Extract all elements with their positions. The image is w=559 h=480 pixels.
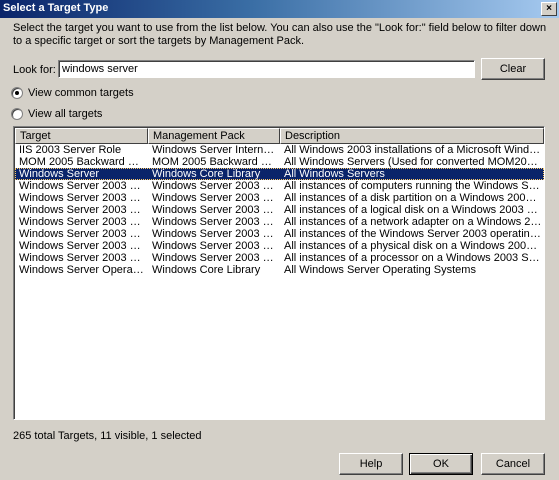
table-row[interactable]: Windows Server Windows Core Library All Wi… — [15, 168, 544, 180]
cell-description: All instances of computers running the W… — [284, 180, 544, 192]
list-rows: IIS 2003 Server Role Windows Server Inter… — [14, 144, 544, 276]
cell-description: All instances of a network adapter on a … — [284, 216, 544, 228]
cell-management-pack: Windows Server Internet In... — [152, 144, 280, 156]
window-title: Select a Target Type — [3, 2, 109, 14]
cell-description: All Windows 2003 installations of a Micr… — [284, 144, 544, 156]
close-button[interactable]: × — [541, 2, 557, 16]
view-common-targets-label: View common targets — [28, 87, 134, 99]
view-all-targets-radio[interactable]: View all targets — [11, 108, 102, 120]
look-for-label: Look for: — [13, 64, 56, 76]
cell-description: All instances of a logical disk on a Win… — [284, 204, 544, 216]
view-all-targets-label: View all targets — [28, 108, 103, 120]
cell-management-pack: Windows Server 2003 Ope... — [152, 228, 280, 240]
cell-target: Windows Server 2003 Com... — [19, 180, 148, 192]
cell-description: All instances of a disk partition on a W… — [284, 192, 544, 204]
look-for-input[interactable] — [58, 60, 475, 78]
close-icon: × — [546, 3, 552, 14]
cell-target: Windows Server — [19, 168, 100, 180]
cell-target: Windows Server 2003 Oper... — [19, 228, 148, 240]
table-row[interactable]: IIS 2003 Server Role Windows Server Inter… — [15, 144, 544, 156]
view-common-targets-radio[interactable]: View common targets — [11, 87, 134, 99]
cell-management-pack: Windows Core Library — [152, 168, 261, 180]
table-row[interactable]: Windows Server 2003 Com... Windows Server… — [15, 180, 544, 192]
cell-management-pack: MOM 2005 Backward Com... — [152, 156, 280, 168]
radio-indicator-checked[interactable] — [11, 87, 23, 99]
table-row[interactable]: Windows Server 2003 Logi... Windows Serve… — [15, 204, 544, 216]
cell-target: Windows Server 2003 Physi... — [19, 240, 148, 252]
list-header: Target Management Pack Description — [15, 128, 544, 144]
cell-management-pack: Windows Server 2003 Ope... — [152, 252, 280, 264]
table-row[interactable]: MOM 2005 Backward Com... MOM 2005 Backwar… — [15, 156, 544, 168]
cell-management-pack: Windows Server 2003 Ope... — [152, 180, 280, 192]
cell-target: Windows Server 2003 Logi... — [19, 204, 148, 216]
column-header-target[interactable]: Target — [15, 128, 148, 144]
help-button[interactable]: Help — [339, 453, 403, 475]
cell-target: Windows Server 2003 Disk ... — [19, 192, 148, 204]
targets-list[interactable]: Target Management Pack Description IIS 2… — [13, 126, 545, 420]
cell-management-pack: Windows Server 2003 Ope... — [152, 240, 280, 252]
cell-description: All Windows Server Operating Systems — [284, 264, 476, 276]
cell-description: All Windows Servers (Used for converted … — [284, 156, 544, 168]
cell-description: All instances of a processor on a Window… — [284, 252, 544, 264]
cell-description: All instances of the Windows Server 2003… — [284, 228, 544, 240]
table-row[interactable]: Windows Server 2003 Netw... Windows Serve… — [15, 216, 544, 228]
table-row[interactable]: Windows Server 2003 Disk ... Windows Serv… — [15, 192, 544, 204]
radio-indicator[interactable] — [11, 108, 23, 120]
ok-button[interactable]: OK — [409, 453, 473, 475]
cell-description: All Windows Servers — [284, 168, 385, 180]
table-row[interactable]: Windows Server 2003 Physi... Windows Serv… — [15, 240, 544, 252]
clear-button[interactable]: Clear — [481, 58, 545, 80]
cell-target: MOM 2005 Backward Com... — [19, 156, 148, 168]
cell-target: Windows Server 2003 Proc... — [19, 252, 148, 264]
title-bar: Select a Target Type × — [0, 0, 559, 18]
table-row[interactable]: Windows Server Operating ... Windows Core… — [15, 264, 544, 276]
table-row[interactable]: Windows Server 2003 Proc... Windows Serve… — [15, 252, 544, 264]
status-text: 265 total Targets, 11 visible, 1 selecte… — [13, 430, 202, 442]
cell-management-pack: Windows Core Library — [152, 264, 261, 276]
cell-description: All instances of a physical disk on a Wi… — [284, 240, 544, 252]
cell-management-pack: Windows Server 2003 Ope... — [152, 204, 280, 216]
table-row[interactable]: Windows Server 2003 Oper... Windows Serve… — [15, 228, 544, 240]
cancel-button[interactable]: Cancel — [481, 453, 545, 475]
instructions-text: Select the target you want to use from t… — [13, 22, 547, 47]
column-header-management-pack[interactable]: Management Pack — [148, 128, 280, 144]
cell-management-pack: Windows Server 2003 Ope... — [152, 192, 280, 204]
cell-target: Windows Server 2003 Netw... — [19, 216, 148, 228]
column-header-description[interactable]: Description — [280, 128, 544, 144]
cell-target: Windows Server Operating ... — [19, 264, 148, 276]
cell-management-pack: Windows Server 2003 Ope... — [152, 216, 280, 228]
cell-target: IIS 2003 Server Role — [19, 144, 122, 156]
